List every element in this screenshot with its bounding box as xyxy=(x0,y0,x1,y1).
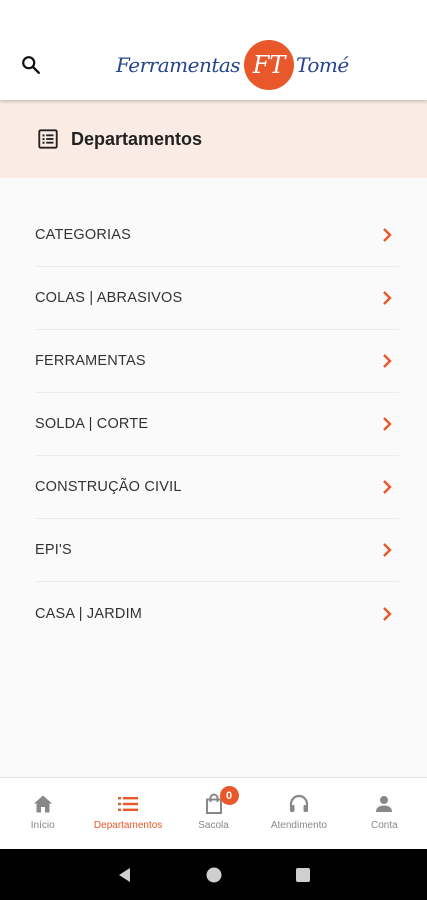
department-label: CATEGORIAS xyxy=(35,227,131,243)
department-label: CONSTRUÇÃO CIVIL xyxy=(35,479,182,495)
list-icon xyxy=(38,129,58,149)
chevron-right-icon xyxy=(383,291,392,305)
back-button[interactable] xyxy=(113,863,137,887)
logo-text-right: Tomé xyxy=(296,53,349,77)
nav-conta[interactable]: Conta xyxy=(342,778,427,849)
nav-label: Início xyxy=(30,820,55,831)
department-item-solda-corte[interactable]: SOLDA | CORTE xyxy=(35,393,399,456)
chevron-right-icon xyxy=(383,480,392,494)
nav-sacola[interactable]: 0 Sacola xyxy=(171,778,256,849)
app-header: Ferramentas FT Tomé xyxy=(0,0,427,100)
nav-departamentos[interactable]: Departamentos xyxy=(85,778,170,849)
chevron-right-icon xyxy=(383,543,392,557)
recents-square-icon xyxy=(295,867,310,882)
list-icon xyxy=(118,797,139,811)
chevron-right-icon xyxy=(383,354,392,368)
department-label: FERRAMENTAS xyxy=(35,353,146,369)
person-icon xyxy=(376,796,393,812)
chevron-right-icon xyxy=(383,417,392,431)
department-item-ferramentas[interactable]: FERRAMENTAS xyxy=(35,330,399,393)
chevron-right-icon xyxy=(383,606,392,621)
department-label: CASA | JARDIM xyxy=(35,605,143,622)
brand-logo[interactable]: Ferramentas FT Tomé xyxy=(116,38,349,92)
home-icon xyxy=(33,795,52,813)
nav-atendimento[interactable]: Atendimento xyxy=(256,778,341,849)
nav-inicio[interactable]: Início xyxy=(0,778,85,849)
nav-label: Departamentos xyxy=(93,820,163,831)
department-item-epis[interactable]: EPI'S xyxy=(35,519,399,582)
page-title: Departamentos xyxy=(71,128,203,149)
nav-label: Conta xyxy=(370,820,398,831)
nav-label: Atendimento xyxy=(270,820,327,831)
cart-count-badge: 0 xyxy=(219,786,239,805)
section-header: Departamentos xyxy=(0,100,427,178)
search-icon xyxy=(22,56,40,74)
home-system-button[interactable] xyxy=(202,863,226,887)
department-item-construcao-civil[interactable]: CONSTRUÇÃO CIVIL xyxy=(35,456,399,519)
home-circle-icon xyxy=(206,867,221,882)
logo-text-left: Ferramentas xyxy=(116,53,241,77)
system-navigation-bar xyxy=(0,849,427,900)
department-item-categorias[interactable]: CATEGORIAS xyxy=(35,204,399,267)
department-label: COLAS | ABRASIVOS xyxy=(35,290,183,306)
department-label: EPI'S xyxy=(35,542,72,558)
nav-label: Sacola xyxy=(198,820,229,831)
chevron-right-icon xyxy=(383,228,392,242)
recents-button[interactable] xyxy=(291,863,315,887)
department-item-colas-abrasivos[interactable]: COLAS | ABRASIVOS xyxy=(35,267,399,330)
department-list: CATEGORIAS COLAS | ABRASIVOS FERRAMENTAS… xyxy=(0,204,427,645)
back-triangle-icon xyxy=(118,867,130,882)
logo-mark: FT xyxy=(244,40,295,90)
department-label: SOLDA | CORTE xyxy=(35,416,149,432)
department-item-casa-jardim[interactable]: CASA | JARDIM xyxy=(35,582,399,645)
search-button[interactable] xyxy=(14,48,48,82)
headset-icon xyxy=(289,794,309,812)
bottom-navigation: Início Departamentos 0 Sacola Atendiment… xyxy=(0,777,427,849)
